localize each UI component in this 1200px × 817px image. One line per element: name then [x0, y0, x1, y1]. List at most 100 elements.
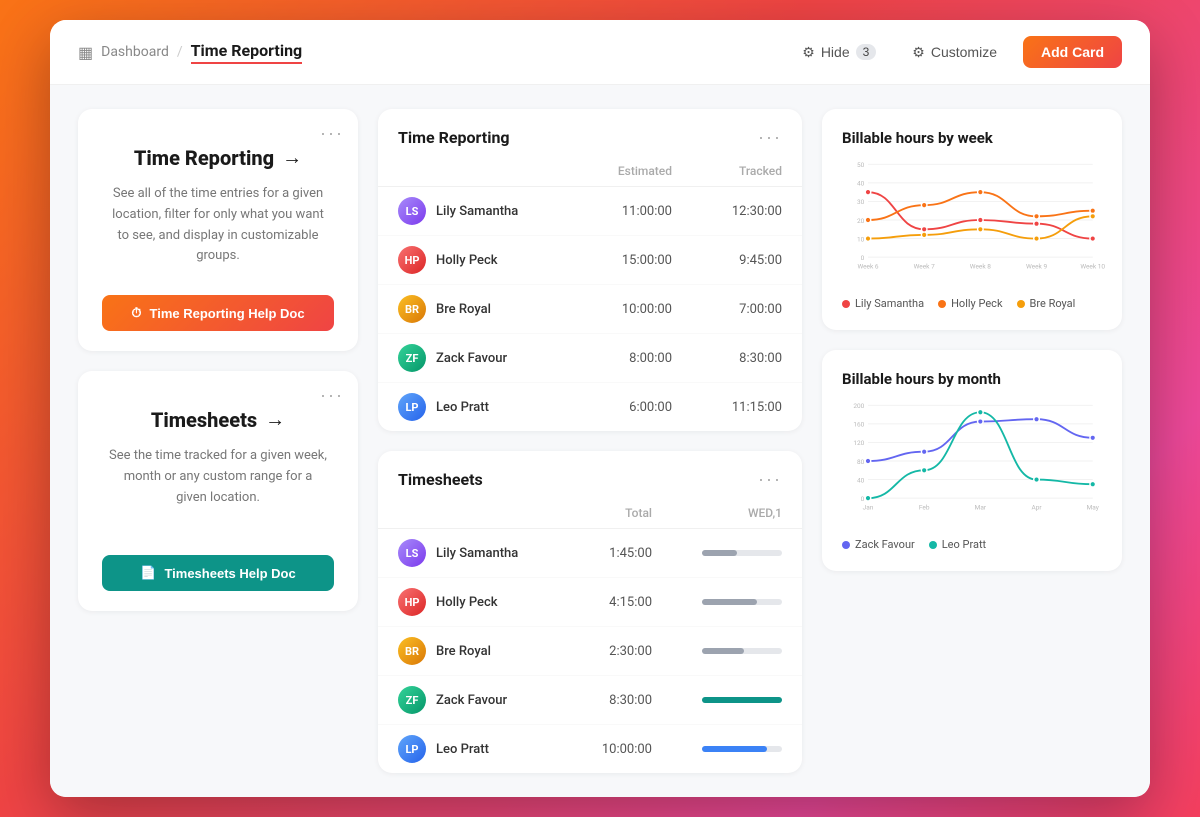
bar-track [702, 648, 782, 654]
svg-text:Feb: Feb [919, 503, 930, 511]
ts-col-name-header [398, 506, 542, 520]
user-name: Holly Peck [436, 595, 498, 610]
svg-text:0: 0 [861, 254, 865, 262]
monthly-chart-title: Billable hours by month [842, 370, 1102, 388]
bar-track [702, 746, 782, 752]
svg-text:Week 6: Week 6 [857, 262, 878, 270]
avatar: LS [398, 197, 426, 225]
col-tracked-header: Tracked [672, 164, 782, 178]
user-name: Bre Royal [436, 302, 491, 317]
user-name: Leo Pratt [436, 400, 489, 415]
table-row: HP Holly Peck 4:15:00 [378, 578, 802, 627]
user-cell: BR Bre Royal [398, 637, 542, 665]
svg-text:200: 200 [853, 402, 864, 410]
estimated-value: 8:00:00 [562, 351, 672, 366]
avatar: LS [398, 539, 426, 567]
legend-label: Bre Royal [1030, 297, 1076, 310]
bar-cell [652, 599, 782, 605]
svg-text:Mar: Mar [975, 503, 987, 511]
svg-text:40: 40 [857, 180, 865, 188]
legend-dot [842, 541, 850, 549]
legend-dot [1017, 300, 1025, 308]
user-cell: LS Lily Samantha [398, 539, 542, 567]
tracked-value: 7:00:00 [672, 302, 782, 317]
time-reporting-table-card: Time Reporting ··· Estimated Tracked LS … [378, 109, 802, 431]
middle-column: Time Reporting ··· Estimated Tracked LS … [378, 109, 802, 773]
ts-col-wed-header: WED,1 [652, 506, 782, 520]
breadcrumb: ▦ Dashboard / Time Reporting [78, 41, 302, 64]
timesheets-table-header: Total WED,1 [378, 502, 802, 529]
table-row: LP Leo Pratt 10:00:00 [378, 725, 802, 773]
table-row: LS Lily Samantha 1:45:00 [378, 529, 802, 578]
bar-fill [702, 550, 737, 556]
svg-text:0: 0 [861, 495, 865, 503]
bar-container [652, 599, 782, 605]
customize-label: Customize [931, 44, 997, 60]
timesheets-card-title: Timesheets → [151, 407, 285, 432]
user-name: Zack Favour [436, 693, 507, 708]
legend-dot [842, 300, 850, 308]
user-cell: LP Leo Pratt [398, 735, 542, 763]
time-reporting-table-title: Time Reporting [398, 128, 510, 147]
timesheets-arrow-icon: → [265, 407, 285, 432]
time-reporting-card-more[interactable]: ··· [320, 123, 344, 144]
monthly-chart-container: 04080120160200JanFebMarAprMay [842, 396, 1102, 530]
legend-label: Leo Pratt [942, 538, 986, 551]
user-cell: BR Bre Royal [398, 295, 562, 323]
bar-fill [702, 599, 757, 605]
hide-count-badge: 3 [856, 44, 877, 60]
bar-track [702, 599, 782, 605]
bar-cell [652, 550, 782, 556]
svg-text:20: 20 [857, 217, 865, 225]
user-cell: ZF Zack Favour [398, 686, 542, 714]
monthly-chart-legend: Zack Favour Leo Pratt [842, 538, 1102, 551]
weekly-chart-title: Billable hours by week [842, 129, 1102, 147]
tracked-value: 9:45:00 [672, 253, 782, 268]
legend-item: Bre Royal [1017, 297, 1076, 310]
user-cell: LS Lily Samantha [398, 197, 562, 225]
legend-item: Lily Samantha [842, 297, 924, 310]
user-cell: ZF Zack Favour [398, 344, 562, 372]
time-reporting-help-label: Time Reporting Help Doc [150, 306, 305, 321]
bar-container [652, 550, 782, 556]
timesheets-help-btn[interactable]: 📄 Timesheets Help Doc [102, 555, 334, 591]
total-value: 10:00:00 [542, 742, 652, 757]
bar-track [702, 697, 782, 703]
legend-item: Leo Pratt [929, 538, 986, 551]
svg-text:Week 8: Week 8 [970, 262, 991, 270]
user-name: Lily Samantha [436, 204, 518, 219]
user-cell: HP Holly Peck [398, 246, 562, 274]
avatar: HP [398, 246, 426, 274]
ts-col-total-header: Total [542, 506, 652, 520]
timesheets-card-more[interactable]: ··· [320, 385, 344, 406]
svg-text:May: May [1087, 503, 1099, 511]
breadcrumb-parent[interactable]: Dashboard [101, 44, 169, 60]
total-value: 1:45:00 [542, 546, 652, 561]
header-actions: ⚙ Hide 3 ⚙ Customize Add Card [792, 36, 1122, 68]
weekly-chart-container: 01020304050Week 6Week 7Week 8Week 9Week … [842, 155, 1102, 289]
user-name: Lily Samantha [436, 546, 518, 561]
customize-button[interactable]: ⚙ Customize [902, 38, 1007, 67]
header: ▦ Dashboard / Time Reporting ⚙ Hide 3 ⚙ … [50, 20, 1150, 85]
svg-text:50: 50 [857, 161, 865, 169]
col-name-header [398, 164, 562, 178]
time-reporting-card-title: Time Reporting → [134, 145, 302, 170]
time-reporting-table-more[interactable]: ··· [758, 127, 782, 148]
add-card-button[interactable]: Add Card [1023, 36, 1122, 68]
time-reporting-help-btn[interactable]: ⏱ Time Reporting Help Doc [102, 295, 334, 331]
hide-label: Hide [821, 44, 850, 60]
timesheets-table-more[interactable]: ··· [758, 469, 782, 490]
clock-icon: ⏱ [131, 305, 141, 321]
hide-button[interactable]: ⚙ Hide 3 [792, 38, 886, 67]
estimated-value: 6:00:00 [562, 400, 672, 415]
time-reporting-desc: See all of the time entries for a given … [108, 184, 328, 267]
svg-text:Week 9: Week 9 [1026, 262, 1047, 270]
legend-label: Lily Samantha [855, 297, 924, 310]
avatar: ZF [398, 344, 426, 372]
svg-text:30: 30 [857, 198, 865, 206]
legend-label: Zack Favour [855, 538, 915, 551]
bar-track [702, 550, 782, 556]
total-value: 2:30:00 [542, 644, 652, 659]
estimated-value: 10:00:00 [562, 302, 672, 317]
dashboard-icon: ▦ [78, 43, 93, 62]
